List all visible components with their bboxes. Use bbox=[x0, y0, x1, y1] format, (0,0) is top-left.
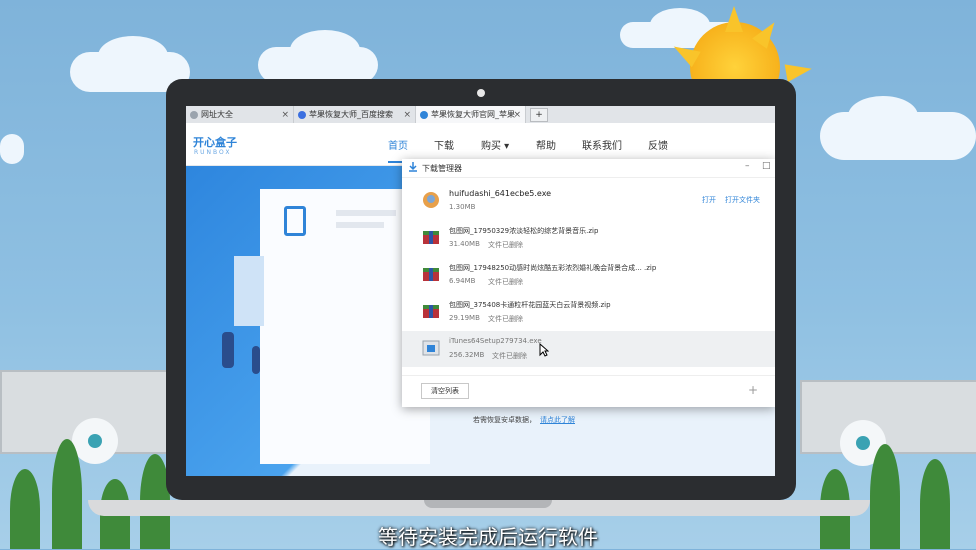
nav-home[interactable]: 首页 bbox=[388, 137, 408, 152]
file-status: 文件已删除 bbox=[488, 241, 523, 249]
download-manager-dialog: 下载管理器 – □ huifudashi_641ecbe5.exe 1.30MB… bbox=[402, 159, 775, 407]
download-item[interactable]: 包图网_17948250动感时尚炫酷五彩浓烈婚礼晚会背景合成... .zip 6… bbox=[402, 257, 775, 293]
divider bbox=[402, 375, 775, 376]
cloud-decoration bbox=[290, 30, 360, 70]
flower-decoration bbox=[72, 418, 118, 464]
file-name: 包图网_17948250动感时尚炫酷五彩浓烈婚礼晚会背景合成... .zip bbox=[449, 264, 657, 272]
phone-icon bbox=[284, 206, 306, 236]
laptop: 网址大全 × 苹果恢复大师_百度搜索 × 苹果恢复大师官网_苹果 × + 开心盒… bbox=[166, 79, 796, 500]
nav-contact[interactable]: 联系我们 bbox=[582, 137, 622, 152]
download-manager-titlebar: 下载管理器 – □ bbox=[402, 159, 775, 178]
cloud-decoration bbox=[0, 134, 24, 164]
close-icon[interactable]: × bbox=[513, 110, 521, 120]
placeholder-line bbox=[336, 222, 384, 228]
cloud-decoration bbox=[848, 96, 918, 136]
file-size: 6.94MB bbox=[449, 277, 476, 285]
site-logo-sub: RUNBOX bbox=[194, 149, 232, 156]
tab-label: 苹果恢复大师官网_苹果 bbox=[431, 110, 515, 119]
file-size: 31.40MB bbox=[449, 240, 480, 248]
laptop-notch bbox=[424, 500, 552, 508]
installer-icon bbox=[422, 340, 440, 356]
webcam bbox=[477, 89, 485, 97]
archive-icon bbox=[423, 231, 439, 244]
download-icon bbox=[409, 162, 417, 172]
app-icon bbox=[423, 192, 439, 208]
tab-label: 网址大全 bbox=[201, 110, 233, 119]
tab-label: 苹果恢复大师_百度搜索 bbox=[309, 110, 393, 119]
file-status: 文件已删除 bbox=[488, 278, 523, 286]
video-subtitle: 等待安装完成后运行软件 bbox=[378, 525, 598, 549]
file-size: 256.32MB bbox=[449, 351, 485, 359]
file-name: iTunes64Setup279734.exe bbox=[449, 337, 542, 345]
clear-list-button[interactable]: 清空列表 bbox=[421, 383, 469, 399]
file-size: 29.19MB bbox=[449, 314, 480, 322]
android-hint-text: 若需恢复安卓数据， bbox=[473, 416, 536, 424]
download-item-hovered[interactable]: iTunes64Setup279734.exe 256.32MB 文件已删除 bbox=[402, 331, 775, 367]
close-icon[interactable]: × bbox=[403, 110, 411, 120]
browser-window: 网址大全 × 苹果恢复大师_百度搜索 × 苹果恢复大师官网_苹果 × + 开心盒… bbox=[186, 106, 775, 476]
tab-bar: 网址大全 × 苹果恢复大师_百度搜索 × 苹果恢复大师官网_苹果 × + bbox=[186, 106, 775, 123]
placeholder-line bbox=[234, 256, 264, 326]
download-item[interactable]: huifudashi_641ecbe5.exe 1.30MB 打开 打开文件夹 bbox=[402, 183, 775, 219]
cloud-decoration bbox=[98, 36, 168, 76]
archive-icon bbox=[423, 305, 439, 318]
placeholder-line bbox=[336, 210, 396, 216]
file-status: 文件已删除 bbox=[492, 352, 527, 360]
new-tab-button[interactable]: + bbox=[530, 108, 548, 122]
sun-ray bbox=[784, 59, 814, 83]
nav-download[interactable]: 下载 bbox=[434, 137, 454, 152]
sun-ray bbox=[725, 6, 743, 32]
file-name: 包图网_17950329浓淡轻松的综艺背景音乐.zip bbox=[449, 227, 599, 235]
person-illustration bbox=[252, 346, 260, 374]
file-status: 文件已删除 bbox=[488, 315, 523, 323]
globe-icon bbox=[190, 110, 198, 119]
open-link[interactable]: 打开 bbox=[702, 195, 716, 205]
open-folder-link[interactable]: 打开文件夹 bbox=[725, 195, 760, 205]
file-size: 1.30MB bbox=[449, 203, 476, 211]
add-icon[interactable]: + bbox=[748, 383, 758, 397]
minimize-button[interactable]: – bbox=[745, 161, 750, 171]
download-item[interactable]: 包图网_375408卡通粒杆花园蓝天白云背景视频.zip 29.19MB 文件已… bbox=[402, 294, 775, 330]
nav-feedback[interactable]: 反馈 bbox=[648, 137, 668, 152]
person-illustration bbox=[222, 332, 234, 368]
file-name: huifudashi_641ecbe5.exe bbox=[449, 189, 552, 198]
close-icon[interactable]: × bbox=[281, 110, 289, 120]
android-hint-link[interactable]: 请点此了解 bbox=[540, 415, 575, 425]
site-logo[interactable]: 开心盒子 bbox=[193, 134, 237, 150]
fence-right bbox=[800, 380, 976, 454]
tab-baidu-search[interactable]: 苹果恢复大师_百度搜索 × bbox=[294, 106, 416, 123]
archive-icon bbox=[423, 268, 439, 281]
nav-buy[interactable]: 购买 ▾ bbox=[481, 137, 509, 152]
download-item[interactable]: 包图网_17950329浓淡轻松的综艺背景音乐.zip 31.40MB 文件已删… bbox=[402, 220, 775, 256]
nav-help[interactable]: 帮助 bbox=[536, 137, 556, 152]
maximize-button[interactable]: □ bbox=[762, 161, 771, 171]
site-icon bbox=[420, 110, 428, 119]
download-manager-title: 下载管理器 bbox=[422, 164, 462, 173]
tab-official-site[interactable]: 苹果恢复大师官网_苹果 × bbox=[416, 106, 526, 123]
tab-url-directory[interactable]: 网址大全 × bbox=[186, 106, 294, 123]
paw-icon bbox=[298, 110, 306, 119]
file-name: 包图网_375408卡通粒杆花园蓝天白云背景视频.zip bbox=[449, 301, 611, 309]
mouse-cursor-icon bbox=[539, 343, 549, 357]
